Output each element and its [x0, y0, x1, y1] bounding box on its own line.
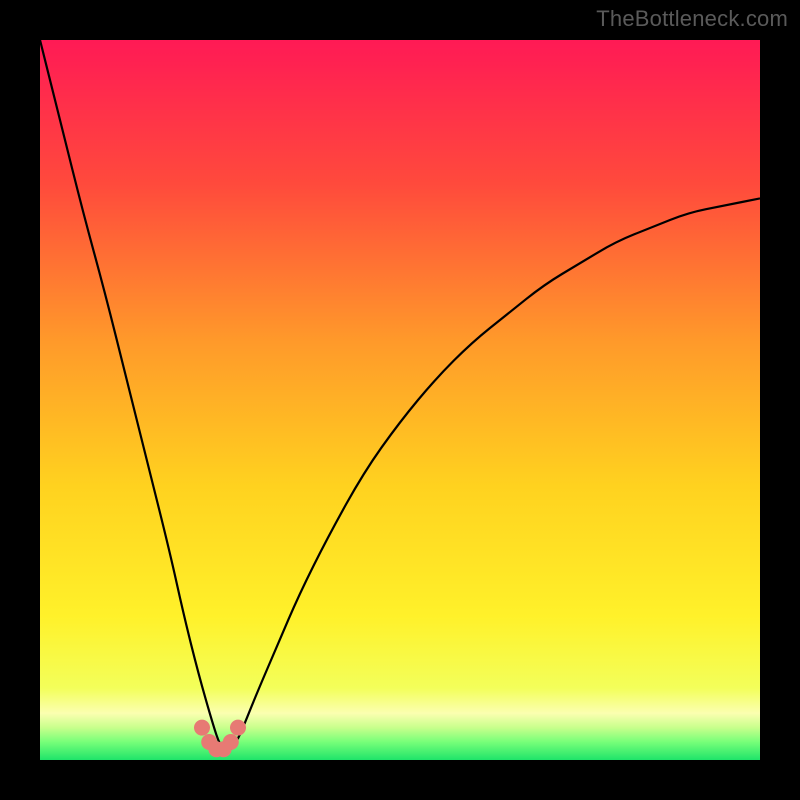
- curve-marker: [230, 720, 246, 736]
- chart-svg: [40, 40, 760, 760]
- chart-frame: TheBottleneck.com: [0, 0, 800, 800]
- watermark-text: TheBottleneck.com: [596, 6, 788, 32]
- plot-area: [40, 40, 760, 760]
- bottleneck-curve: [40, 40, 760, 751]
- curve-marker: [194, 720, 210, 736]
- curve-marker: [223, 734, 239, 750]
